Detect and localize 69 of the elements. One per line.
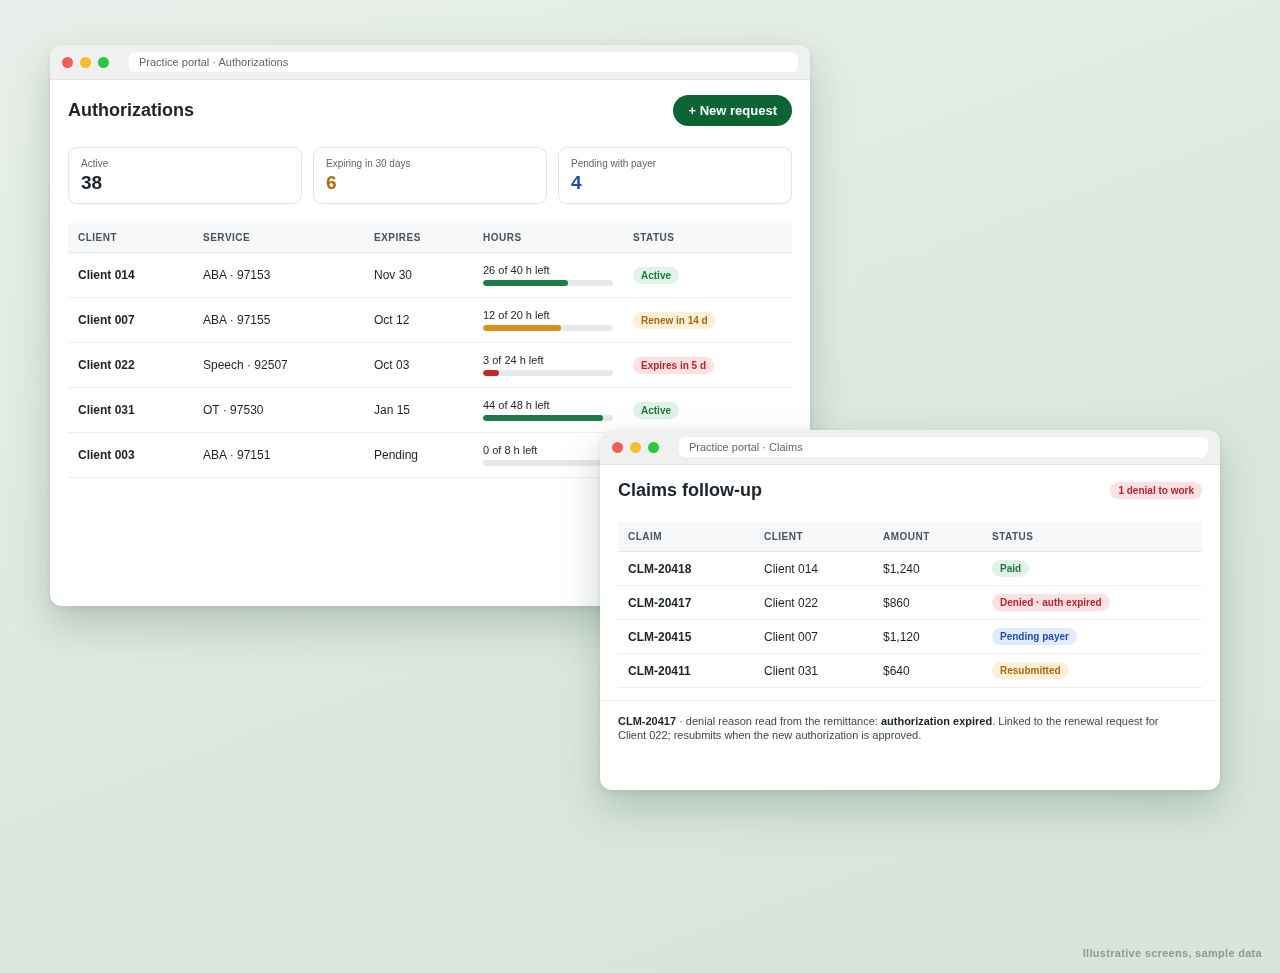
status-badge: Pending payer — [992, 628, 1077, 645]
column-header: STATUS — [632, 232, 676, 243]
table-cell-text: CLM-20418 — [627, 561, 693, 576]
hours-label: 0 of 8 h left — [483, 444, 538, 456]
table-cell-text: Jan 15 — [373, 403, 412, 417]
table-cell-text: Oct 03 — [373, 358, 411, 372]
column-header: SERVICE — [202, 232, 252, 243]
zoom-button[interactable] — [648, 441, 659, 453]
table-cell-text: Client 022 — [763, 595, 820, 610]
table-cell-text: $640 — [882, 663, 911, 678]
address-field[interactable]: Practice portal · Claims — [679, 437, 1208, 457]
page-title: Authorizations — [68, 99, 194, 121]
hours-label: 44 of 48 h left — [483, 399, 550, 411]
status-badge: Active — [633, 401, 679, 419]
column-header: STATUS — [991, 531, 1035, 542]
table-cell-text: $1,120 — [882, 629, 921, 644]
column-header: HOURS — [482, 232, 523, 243]
column-header: AMOUNT — [882, 531, 931, 542]
stat-label: Active — [81, 158, 110, 169]
column-header: EXPIRES — [373, 232, 422, 243]
hours-label: 26 of 40 h left — [483, 264, 550, 276]
column-header: CLIENT — [77, 232, 119, 243]
table-cell-text: $860 — [882, 595, 911, 610]
table-cell-text: CLM-20415 — [627, 629, 693, 644]
alert-badge: 1 denial to work — [1110, 481, 1202, 499]
stat-value: 6 — [326, 172, 338, 194]
minimize-button[interactable] — [80, 56, 91, 68]
minimize-button[interactable] — [630, 441, 641, 453]
table-cell-text: Client 031 — [763, 663, 820, 678]
status-badge: Expires in 5 d — [633, 356, 715, 374]
status-badge: Paid — [992, 560, 1030, 577]
column-header: CLAIM — [627, 531, 664, 542]
table-cell-text: $1,240 — [882, 561, 921, 576]
table-cell-text: Oct 12 — [373, 313, 411, 327]
table-cell-text: Nov 30 — [373, 268, 414, 282]
table-cell-text: CLM-20411 — [627, 663, 692, 678]
table-cell-text: Client 003 — [77, 448, 136, 462]
page-title: Claims follow-up — [618, 479, 762, 501]
column-header: CLIENT — [763, 531, 805, 542]
stat-label: Pending with payer — [571, 158, 658, 169]
table-cell-text: ABA · 97155 — [202, 313, 272, 327]
table-cell-text: ABA · 97153 — [202, 268, 272, 282]
table-cell-text: Client 007 — [77, 313, 136, 327]
stat-label: Expiring in 30 days — [326, 158, 412, 169]
hours-label: 3 of 24 h left — [483, 354, 544, 366]
zoom-button[interactable] — [98, 56, 109, 68]
close-button[interactable] — [612, 441, 623, 453]
table-cell-text: Client 007 — [763, 629, 820, 644]
stat-value: 38 — [81, 172, 104, 194]
table-cell-text: Client 031 — [77, 403, 136, 417]
table-cell-text: Client 014 — [763, 561, 820, 576]
address-field[interactable]: Practice portal · Authorizations — [129, 52, 798, 72]
status-badge: Denied · auth expired — [992, 594, 1110, 611]
table-cell-text: Client 022 — [77, 358, 136, 372]
table-cell-text: Client 014 — [77, 268, 136, 282]
new-request-button[interactable]: + New request — [673, 94, 792, 126]
status-badge: Renew in 14 d — [633, 311, 716, 329]
hours-label: 12 of 20 h left — [483, 309, 550, 321]
stat-value: 4 — [571, 172, 583, 194]
table-cell-text: Pending — [373, 448, 420, 462]
caption-text: Illustrative screens, sample data — [1082, 947, 1262, 959]
note-text: CLM-20417 · denial reason read from the remittance: authorization expired. Linked to the renewal request for Client 022; resubmits when the new authorization is approved. — [600, 700, 1220, 742]
close-button[interactable] — [62, 56, 73, 68]
table-cell-text: ABA · 97151 — [202, 448, 272, 462]
table-cell-text: Speech · 92507 — [202, 358, 289, 372]
table-cell-text: OT · 97530 — [202, 403, 265, 417]
status-badge: Active — [633, 266, 679, 284]
table-cell-text: CLM-20417 — [627, 595, 693, 610]
status-badge: Resubmitted — [992, 662, 1069, 679]
